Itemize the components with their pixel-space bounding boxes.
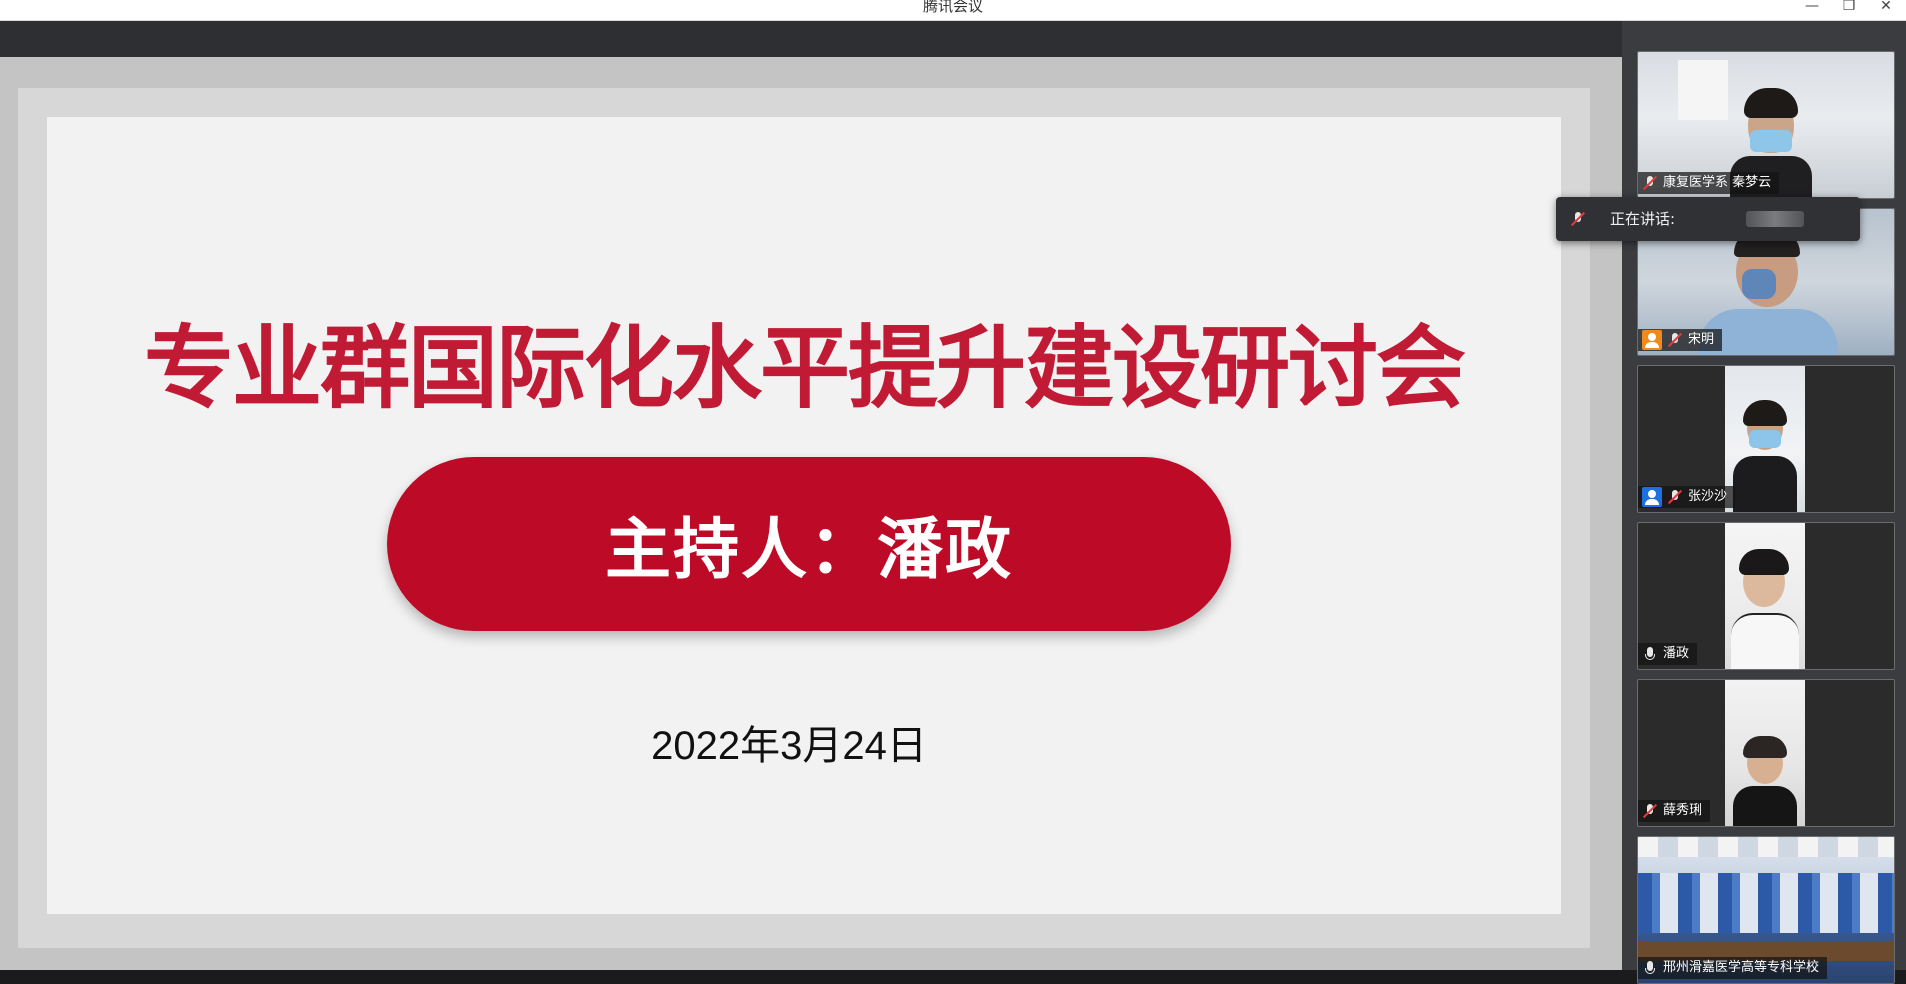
mic-muted-icon — [1667, 489, 1683, 505]
participant-name: 薛秀琍 — [1663, 803, 1703, 818]
participant-tile[interactable]: 薛秀琍 — [1637, 679, 1895, 827]
speaking-indicator: 正在讲话: — [1556, 197, 1860, 241]
close-button[interactable]: ✕ — [1871, 0, 1901, 18]
participant-tile[interactable]: 康复医学系 秦梦云 — [1637, 51, 1895, 199]
participant-tile[interactable]: 潘政 — [1637, 522, 1895, 670]
minimize-button[interactable]: — — [1797, 0, 1827, 18]
participant-name: 潘政 — [1663, 646, 1690, 661]
participant-name: 康复医学系 秦梦云 — [1663, 175, 1772, 190]
window-title: 腾讯会议 — [922, 0, 983, 15]
participant-name-tag: 潘政 — [1638, 643, 1698, 665]
restore-button[interactable]: ❐ — [1834, 0, 1864, 18]
participant-name: 邢州滑嘉医学高等专科学校 — [1663, 960, 1820, 975]
mic-muted-icon — [1642, 803, 1658, 819]
mic-icon — [1642, 960, 1658, 976]
title-bar: 腾讯会议 — ❐ ✕ — [0, 0, 1906, 21]
speaker-name-redacted — [1746, 211, 1804, 227]
shared-screen: 专业群国际化水平提升建设研讨会 主持人：潘政 2022年3月24日 — [0, 57, 1622, 970]
mic-icon — [1642, 646, 1658, 662]
participant-video — [1725, 523, 1805, 669]
host-banner: 主持人：潘政 — [387, 457, 1231, 631]
participant-name-tag: 宋明 — [1638, 329, 1723, 351]
slide-date: 2022年3月24日 — [651, 724, 927, 768]
slide-title: 专业群国际化水平提升建设研讨会 — [144, 316, 1466, 421]
share-toolbar-strip — [0, 21, 1622, 57]
participant-name: 张沙沙 — [1688, 489, 1728, 504]
host-label: 主持人：潘政 — [605, 511, 1013, 588]
slide-frame: 专业群国际化水平提升建设研讨会 主持人：潘政 2022年3月24日 — [18, 88, 1590, 948]
mic-muted-icon — [1570, 211, 1586, 227]
participant-name-tag: 张沙沙 — [1638, 486, 1736, 508]
participant-tile[interactable]: 邢州滑嘉医学高等专科学校 — [1637, 836, 1895, 984]
user-avatar-icon — [1642, 487, 1662, 507]
participant-video — [1725, 680, 1805, 826]
participant-tile[interactable]: 张沙沙 — [1637, 365, 1895, 513]
participant-name: 宋明 — [1688, 332, 1715, 347]
participant-name-tag: 康复医学系 秦梦云 — [1638, 172, 1780, 194]
presentation-slide: 专业群国际化水平提升建设研讨会 主持人：潘政 2022年3月24日 — [47, 117, 1561, 914]
mic-muted-icon — [1667, 332, 1683, 348]
participant-panel: 康复医学系 秦梦云 宋明 张沙沙 潘政 薛秀琍 邢州滑嘉医学高等专科学校 — [1622, 21, 1906, 984]
participant-name-tag: 薛秀琍 — [1638, 800, 1711, 822]
user-avatar-icon — [1642, 330, 1662, 350]
participant-name-tag: 邢州滑嘉医学高等专科学校 — [1638, 957, 1828, 979]
mic-muted-icon — [1642, 175, 1658, 191]
speaking-label: 正在讲话: — [1610, 210, 1676, 228]
participant-video — [1725, 366, 1805, 512]
